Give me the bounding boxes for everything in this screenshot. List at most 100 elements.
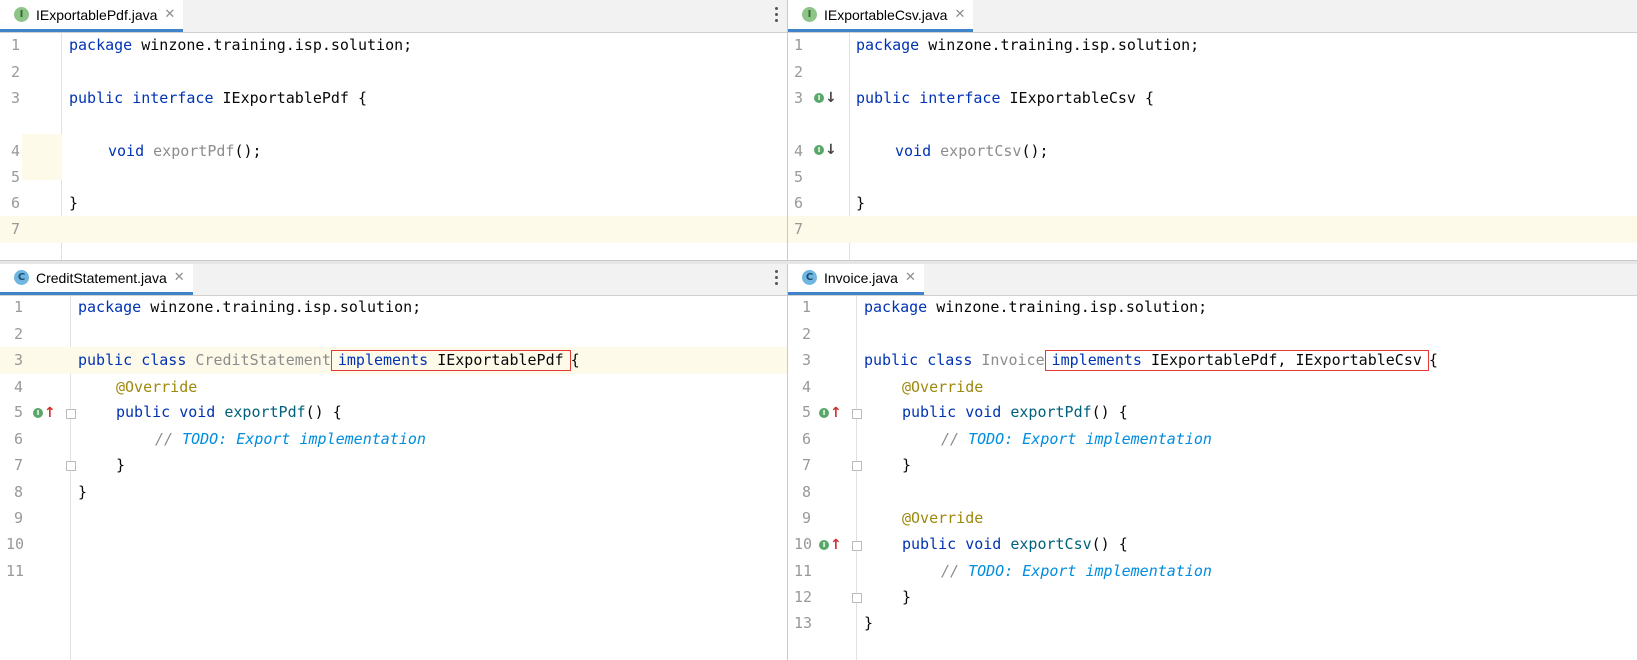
tab-iexportablecsv[interactable]: I IExportableCsv.java ✕ xyxy=(788,0,974,32)
line-number: 9 xyxy=(802,509,812,527)
code-line[interactable]: // TODO: Export implementation xyxy=(941,426,1212,453)
code-line[interactable]: public void exportPdf() { xyxy=(902,399,1128,426)
class-file-icon: C xyxy=(14,270,29,285)
line-number: 3 xyxy=(802,351,812,369)
implements-method-icon: I xyxy=(819,408,829,418)
tab-bar: I IExportablePdf.java ✕ xyxy=(0,0,787,33)
line-number: 1 xyxy=(802,298,812,316)
implemented-by-marker[interactable]: I ↓ xyxy=(814,142,837,158)
down-arrow-icon: ↓ xyxy=(825,142,837,158)
line-number: 8 xyxy=(802,483,812,501)
fold-icon[interactable] xyxy=(852,461,862,471)
line-number: 8 xyxy=(14,483,24,501)
code-line[interactable]: public void exportCsv() { xyxy=(902,531,1128,558)
code-line[interactable]: } xyxy=(902,584,911,611)
tab-bar: I IExportableCsv.java ✕ xyxy=(788,0,1637,33)
fold-icon[interactable] xyxy=(66,461,76,471)
code-line[interactable]: } xyxy=(864,610,873,637)
code-line[interactable]: } xyxy=(902,452,911,479)
code-line[interactable]: // TODO: Export implementation xyxy=(155,426,426,453)
close-icon[interactable]: ✕ xyxy=(164,7,175,22)
line-number: 1 xyxy=(11,36,21,54)
code-line[interactable]: package winzone.training.isp.solution; xyxy=(864,294,1207,321)
line-number: 10 xyxy=(6,535,25,553)
code-line[interactable]: @Override xyxy=(902,505,983,532)
caret-line-highlight xyxy=(0,216,787,243)
line-number: 7 xyxy=(11,220,21,238)
editor-pane-iexportablecsv[interactable]: I IExportableCsv.java ✕ 1 2 3 4 5 6 7 I ↓… xyxy=(788,0,1637,260)
implements-marker[interactable]: I ↑ xyxy=(33,405,56,421)
line-number: 2 xyxy=(802,325,812,343)
fold-icon[interactable] xyxy=(852,541,862,551)
editor-pane-invoice[interactable]: C Invoice.java ✕ 1 2 3 4 5 6 7 8 9 10 11… xyxy=(788,263,1637,660)
tab-creditstatement[interactable]: C CreditStatement.java ✕ xyxy=(0,263,193,295)
code-line[interactable]: public interface IExportablePdf { xyxy=(69,85,367,112)
up-arrow-icon: ↑ xyxy=(44,405,56,421)
line-number: 7 xyxy=(802,456,812,474)
line-number: 7 xyxy=(794,220,804,238)
fold-icon[interactable] xyxy=(66,409,76,419)
implements-marker[interactable]: I ↑ xyxy=(819,405,842,421)
line-number: 9 xyxy=(14,509,24,527)
line-number: 3 xyxy=(794,89,804,107)
line-number: 4 xyxy=(794,142,804,160)
caret-line-highlight xyxy=(788,216,1637,243)
line-number: 5 xyxy=(802,403,812,421)
code-line[interactable]: // TODO: Export implementation xyxy=(941,558,1212,585)
interface-file-icon: I xyxy=(14,7,29,22)
tab-label: IExportableCsv.java xyxy=(824,6,948,23)
code-line[interactable]: void exportPdf(); xyxy=(108,138,262,165)
line-number: 6 xyxy=(14,430,24,448)
line-highlight xyxy=(22,134,62,180)
tab-label: CreditStatement.java xyxy=(36,269,167,286)
implements-method-icon: I xyxy=(33,408,43,418)
line-number: 11 xyxy=(6,562,25,580)
code-line[interactable]: } xyxy=(78,479,87,506)
fold-icon[interactable] xyxy=(852,409,862,419)
line-number: 2 xyxy=(14,325,24,343)
code-line[interactable]: @Override xyxy=(902,374,983,401)
line-number: 3 xyxy=(11,89,21,107)
code-line[interactable]: package winzone.training.isp.solution; xyxy=(78,294,421,321)
implements-highlight-box: implements IExportablePdf, IExportableCs… xyxy=(1044,350,1429,371)
line-number: 6 xyxy=(794,194,804,212)
line-number: 4 xyxy=(14,378,24,396)
editor-pane-iexportablepdf[interactable]: I IExportablePdf.java ✕ 1 2 3 4 5 6 7 pa… xyxy=(0,0,787,260)
more-options-icon[interactable] xyxy=(774,270,779,285)
close-icon[interactable]: ✕ xyxy=(174,270,185,285)
line-number: 1 xyxy=(14,298,24,316)
horizontal-splitter[interactable] xyxy=(0,260,1637,264)
code-line[interactable]: public class Invoice implements IExportab… xyxy=(864,347,1438,374)
code-line[interactable]: public void exportPdf() { xyxy=(116,399,342,426)
tab-invoice[interactable]: C Invoice.java ✕ xyxy=(788,263,924,295)
up-arrow-icon: ↑ xyxy=(830,537,842,553)
vertical-splitter[interactable] xyxy=(787,0,788,660)
code-line[interactable]: public class CreditStatement implements I… xyxy=(78,347,580,374)
implemented-by-marker[interactable]: I ↓ xyxy=(814,90,837,106)
tab-bar: C CreditStatement.java ✕ xyxy=(0,263,787,296)
line-number: 2 xyxy=(11,63,21,81)
implements-marker[interactable]: I ↑ xyxy=(819,537,842,553)
code-line[interactable]: } xyxy=(69,190,78,217)
code-line[interactable]: package winzone.training.isp.solution; xyxy=(69,32,412,59)
editor-pane-creditstatement[interactable]: C CreditStatement.java ✕ 1 2 3 4 5 6 7 8… xyxy=(0,263,787,660)
code-line[interactable]: @Override xyxy=(116,374,197,401)
code-line[interactable]: void exportCsv(); xyxy=(895,138,1049,165)
code-line[interactable]: public interface IExportableCsv { xyxy=(856,85,1154,112)
more-options-icon[interactable] xyxy=(774,7,779,22)
code-line[interactable]: } xyxy=(116,452,125,479)
line-number: 4 xyxy=(11,142,21,160)
implemented-icon: I xyxy=(814,93,824,103)
tab-iexportablepdf[interactable]: I IExportablePdf.java ✕ xyxy=(0,0,184,32)
down-arrow-icon: ↓ xyxy=(825,90,837,106)
fold-icon[interactable] xyxy=(852,593,862,603)
code-line[interactable]: } xyxy=(856,190,865,217)
close-icon[interactable]: ✕ xyxy=(905,270,916,285)
line-number: 5 xyxy=(794,168,804,186)
implements-highlight-box: implements IExportablePdf xyxy=(330,350,571,371)
implemented-icon: I xyxy=(814,145,824,155)
class-file-icon: C xyxy=(802,270,817,285)
close-icon[interactable]: ✕ xyxy=(954,7,965,22)
line-number: 10 xyxy=(794,535,813,553)
code-line[interactable]: package winzone.training.isp.solution; xyxy=(856,32,1199,59)
